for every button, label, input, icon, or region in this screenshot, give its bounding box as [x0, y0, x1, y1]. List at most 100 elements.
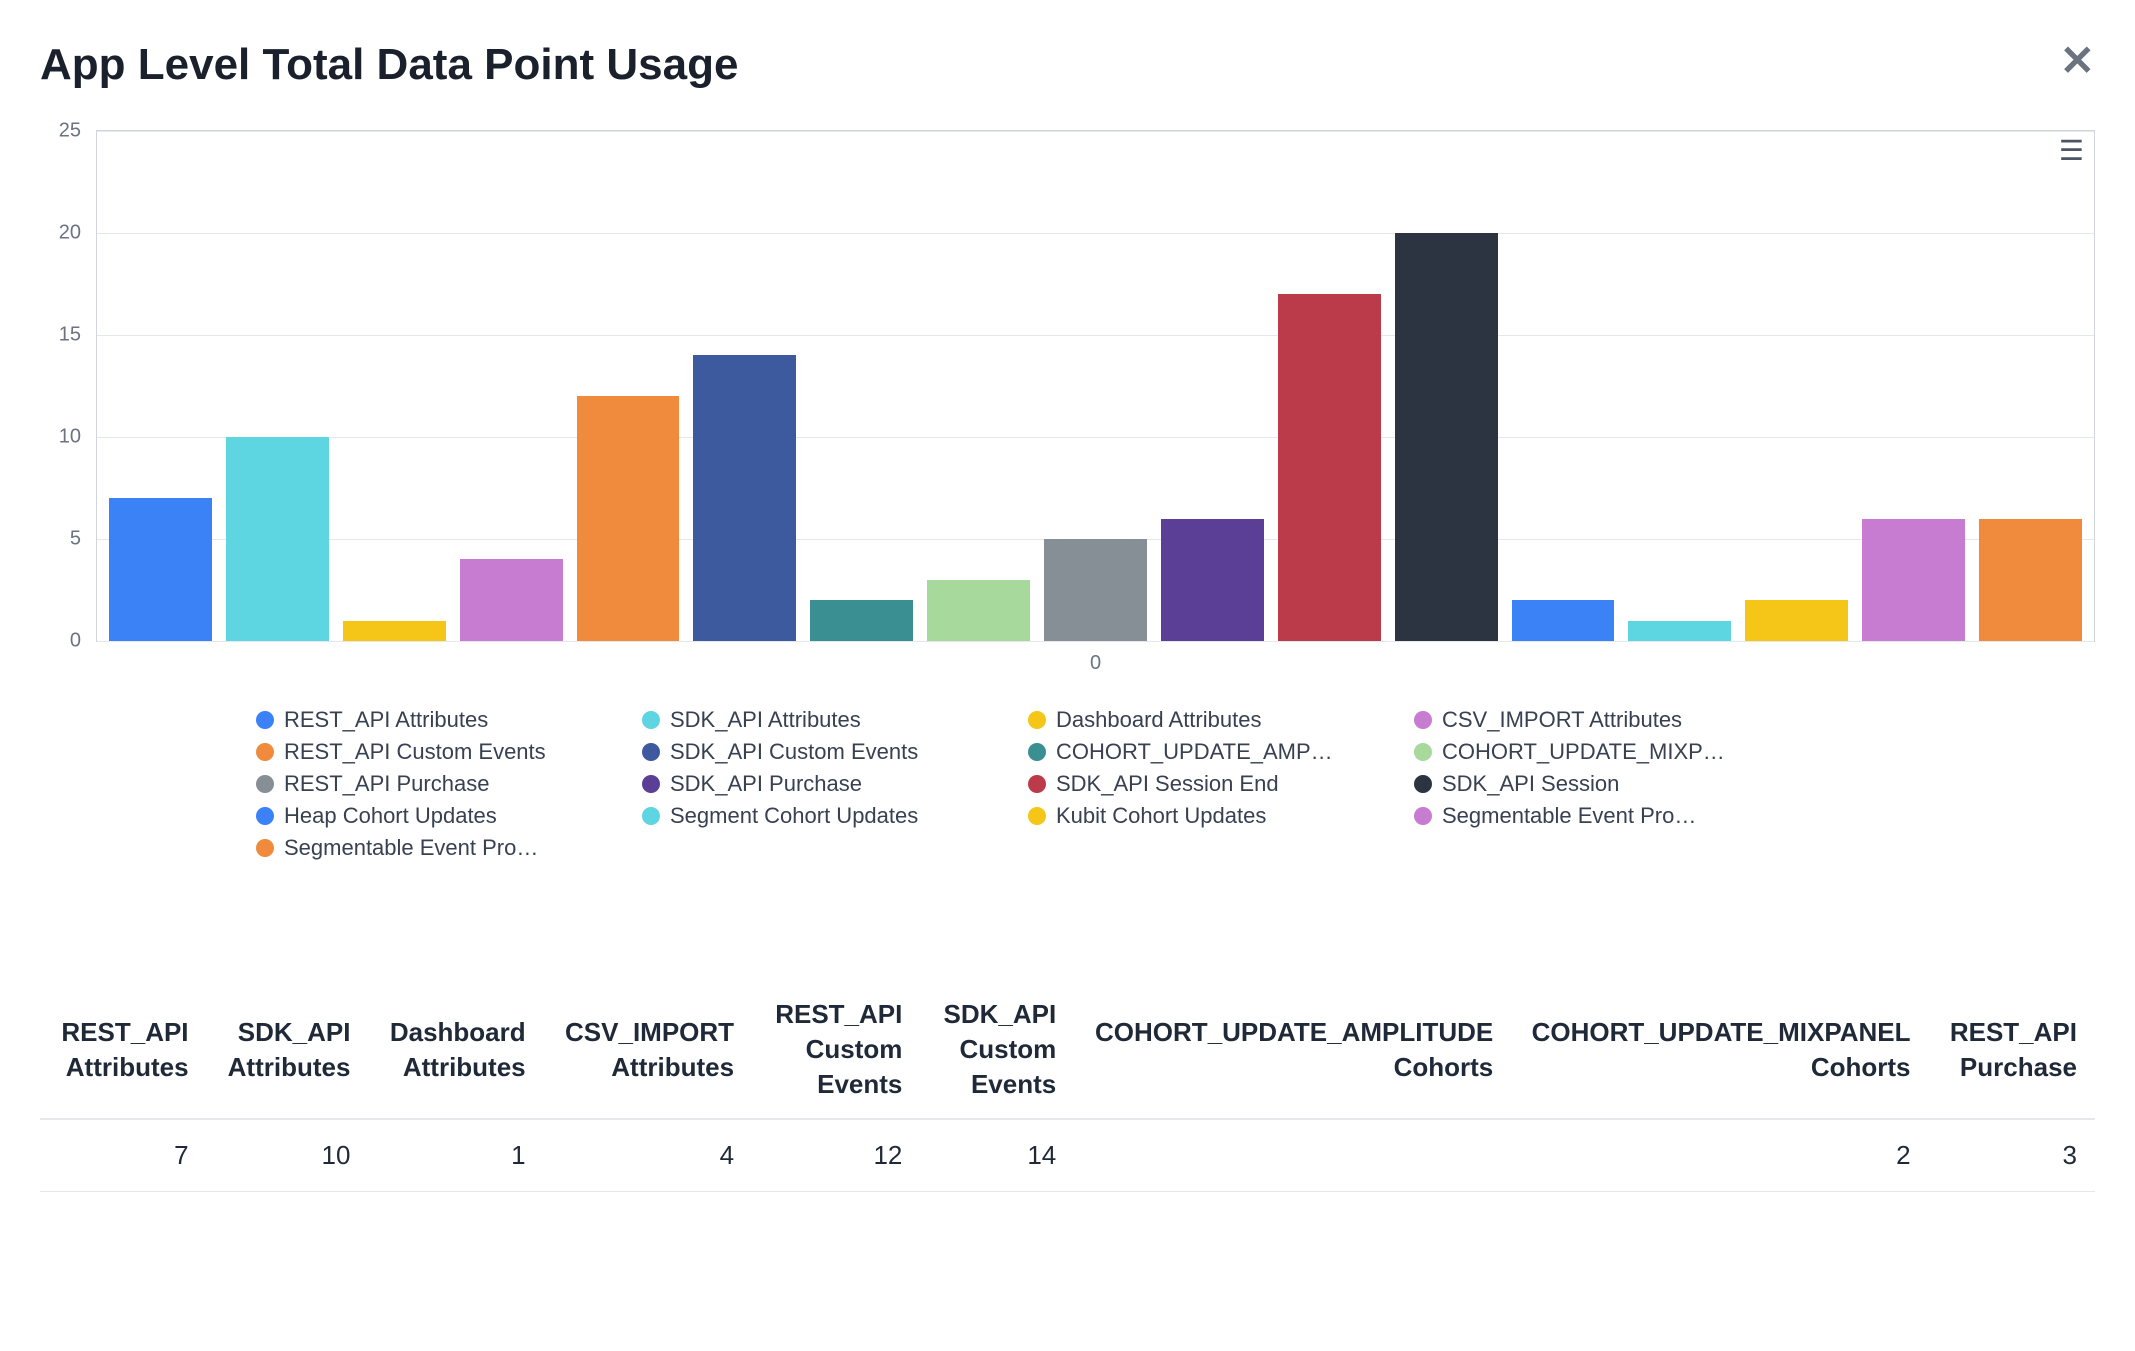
bar[interactable] — [693, 355, 796, 641]
bar[interactable] — [1395, 233, 1498, 641]
legend-dot-icon — [642, 807, 660, 825]
bar[interactable] — [460, 559, 563, 641]
legend-label: COHORT_UPDATE_AMP… — [1056, 739, 1333, 765]
legend-dot-icon — [642, 743, 660, 761]
legend-dot-icon — [642, 711, 660, 729]
table-header-cell: SDK_API Attributes — [207, 981, 369, 1119]
legend-label: COHORT_UPDATE_MIXP… — [1442, 739, 1725, 765]
table-header-cell: COHORT_UPDATE_AMPLITUDE Cohorts — [1074, 981, 1511, 1119]
bar[interactable] — [810, 600, 913, 641]
legend-label: REST_API Custom Events — [284, 739, 546, 765]
table-cell — [1074, 1119, 1511, 1192]
x-axis-label: 0 — [96, 652, 2095, 675]
bar[interactable] — [1512, 600, 1615, 641]
table-header-cell: REST_API Purchase — [1929, 981, 2095, 1119]
chart-bars — [109, 131, 2082, 641]
bar[interactable] — [927, 580, 1030, 641]
legend-item[interactable]: Heap Cohort Updates — [256, 803, 618, 829]
legend-item[interactable]: COHORT_UPDATE_AMP… — [1028, 739, 1390, 765]
legend-label: Heap Cohort Updates — [284, 803, 497, 829]
legend-item[interactable]: SDK_API Attributes — [642, 707, 1004, 733]
legend-label: SDK_API Custom Events — [670, 739, 918, 765]
legend-label: REST_API Purchase — [284, 771, 489, 797]
legend-dot-icon — [1028, 743, 1046, 761]
legend-label: Dashboard Attributes — [1056, 707, 1261, 733]
legend-dot-icon — [1414, 743, 1432, 761]
legend-label: SDK_API Purchase — [670, 771, 862, 797]
table-cell: 14 — [920, 1119, 1074, 1192]
table-cell: 12 — [752, 1119, 920, 1192]
gridline — [97, 641, 2094, 642]
table-cell: 3 — [1929, 1119, 2095, 1192]
y-tick: 25 — [59, 120, 81, 143]
table-cell: 2 — [1511, 1119, 1928, 1192]
legend-dot-icon — [1414, 775, 1432, 793]
legend-label: Segmentable Event Pro… — [284, 835, 538, 861]
data-table-wrapper[interactable]: REST_API AttributesSDK_API AttributesDas… — [40, 981, 2095, 1192]
legend-item[interactable]: REST_API Custom Events — [256, 739, 618, 765]
table-header-cell: REST_API Custom Events — [752, 981, 920, 1119]
bar[interactable] — [343, 621, 446, 641]
bar[interactable] — [1745, 600, 1848, 641]
legend-item[interactable]: Segment Cohort Updates — [642, 803, 1004, 829]
legend-dot-icon — [1414, 807, 1432, 825]
table-cell: 4 — [544, 1119, 752, 1192]
bar[interactable] — [1628, 621, 1731, 641]
legend-dot-icon — [642, 775, 660, 793]
legend-item[interactable]: Kubit Cohort Updates — [1028, 803, 1390, 829]
legend-label: SDK_API Session — [1442, 771, 1619, 797]
page-title: App Level Total Data Point Usage — [40, 40, 2095, 90]
table-header-cell: CSV_IMPORT Attributes — [544, 981, 752, 1119]
legend-item[interactable]: CSV_IMPORT Attributes — [1414, 707, 1776, 733]
legend-dot-icon — [1028, 775, 1046, 793]
legend-label: Segmentable Event Pro… — [1442, 803, 1696, 829]
table-cell: 7 — [40, 1119, 207, 1192]
legend-item[interactable]: SDK_API Custom Events — [642, 739, 1004, 765]
legend-item[interactable]: Dashboard Attributes — [1028, 707, 1390, 733]
legend-item[interactable]: REST_API Attributes — [256, 707, 618, 733]
table-header-row: REST_API AttributesSDK_API AttributesDas… — [40, 981, 2095, 1119]
table-cell: 1 — [368, 1119, 543, 1192]
table-header-cell: Dashboard Attributes — [368, 981, 543, 1119]
bar[interactable] — [1979, 519, 2082, 641]
table-row: 71014121423 — [40, 1119, 2095, 1192]
legend-label: REST_API Attributes — [284, 707, 488, 733]
legend-dot-icon — [256, 775, 274, 793]
bar[interactable] — [1044, 539, 1147, 641]
bar[interactable] — [109, 498, 212, 641]
data-table: REST_API AttributesSDK_API AttributesDas… — [40, 981, 2095, 1192]
legend-item[interactable]: SDK_API Session — [1414, 771, 1776, 797]
legend-label: SDK_API Session End — [1056, 771, 1279, 797]
chart-legend: REST_API Attributes SDK_API Attributes Das… — [96, 707, 1776, 861]
y-tick: 10 — [59, 426, 81, 449]
legend-dot-icon — [1028, 711, 1046, 729]
legend-dot-icon — [1414, 711, 1432, 729]
close-icon[interactable]: ✕ — [2060, 40, 2095, 82]
legend-item[interactable]: COHORT_UPDATE_MIXP… — [1414, 739, 1776, 765]
chart: ☰ 0510152025 — [96, 130, 2095, 642]
bar[interactable] — [226, 437, 329, 641]
bar[interactable] — [1862, 519, 1965, 641]
table-cell: 10 — [207, 1119, 369, 1192]
y-tick: 15 — [59, 324, 81, 347]
legend-dot-icon — [256, 839, 274, 857]
legend-item[interactable]: SDK_API Purchase — [642, 771, 1004, 797]
legend-item[interactable]: Segmentable Event Pro… — [256, 835, 618, 861]
legend-item[interactable]: REST_API Purchase — [256, 771, 618, 797]
table-header-cell: COHORT_UPDATE_MIXPANEL Cohorts — [1511, 981, 1928, 1119]
y-tick: 20 — [59, 222, 81, 245]
table-header-cell: REST_API Attributes — [40, 981, 207, 1119]
bar[interactable] — [577, 396, 680, 641]
bar[interactable] — [1278, 294, 1381, 641]
legend-label: CSV_IMPORT Attributes — [1442, 707, 1682, 733]
legend-item[interactable]: SDK_API Session End — [1028, 771, 1390, 797]
legend-item[interactable]: Segmentable Event Pro… — [1414, 803, 1776, 829]
y-tick: 5 — [70, 528, 81, 551]
table-header-cell: SDK_API Custom Events — [920, 981, 1074, 1119]
legend-label: Kubit Cohort Updates — [1056, 803, 1266, 829]
legend-label: SDK_API Attributes — [670, 707, 861, 733]
legend-dot-icon — [256, 743, 274, 761]
bar[interactable] — [1161, 519, 1264, 641]
legend-dot-icon — [1028, 807, 1046, 825]
y-tick: 0 — [70, 630, 81, 653]
